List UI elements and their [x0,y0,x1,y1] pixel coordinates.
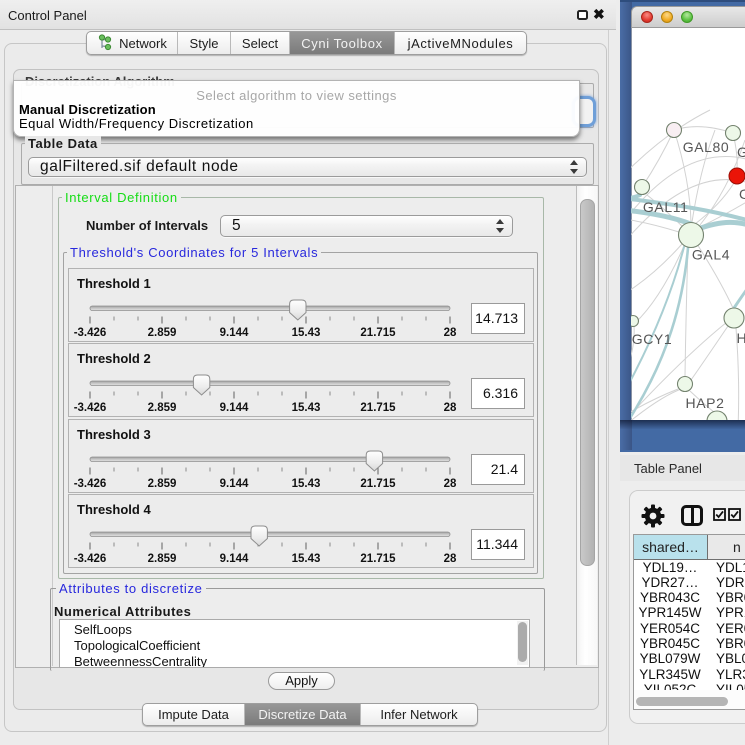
svg-text:HAP2: HAP2 [686,395,725,411]
svg-text:2.859: 2.859 [148,402,177,414]
svg-text:-3.426: -3.426 [74,327,107,339]
svg-text:21.715: 21.715 [360,327,396,339]
svg-text:2.859: 2.859 [148,327,177,339]
svg-text:9.144: 9.144 [220,553,249,565]
svg-text:2.859: 2.859 [148,553,177,565]
svg-text:GCY1: GCY1 [632,331,673,347]
svg-text:28: 28 [444,327,457,339]
svg-text:9.144: 9.144 [220,478,249,490]
svg-text:-3.426: -3.426 [74,402,107,414]
svg-text:GA: GA [737,144,745,160]
svg-text:GAL4: GAL4 [692,247,730,263]
svg-text:2.859: 2.859 [148,478,177,490]
svg-text:GAL11: GAL11 [643,199,689,215]
svg-text:21.715: 21.715 [360,478,396,490]
svg-text:15.43: 15.43 [292,402,321,414]
svg-text:28: 28 [444,478,457,490]
svg-text:-3.426: -3.426 [74,478,107,490]
svg-text:28: 28 [444,402,457,414]
svg-text:C: C [739,186,745,202]
svg-text:H: H [737,330,745,346]
svg-text:15.43: 15.43 [292,478,321,490]
svg-text:GAL80: GAL80 [683,139,730,155]
svg-text:9.144: 9.144 [220,402,249,414]
svg-text:21.715: 21.715 [360,553,396,565]
svg-text:21.715: 21.715 [360,402,396,414]
svg-text:15.43: 15.43 [292,327,321,339]
svg-text:15.43: 15.43 [292,553,321,565]
svg-text:28: 28 [444,553,457,565]
svg-text:-3.426: -3.426 [74,553,107,565]
svg-text:9.144: 9.144 [220,327,249,339]
